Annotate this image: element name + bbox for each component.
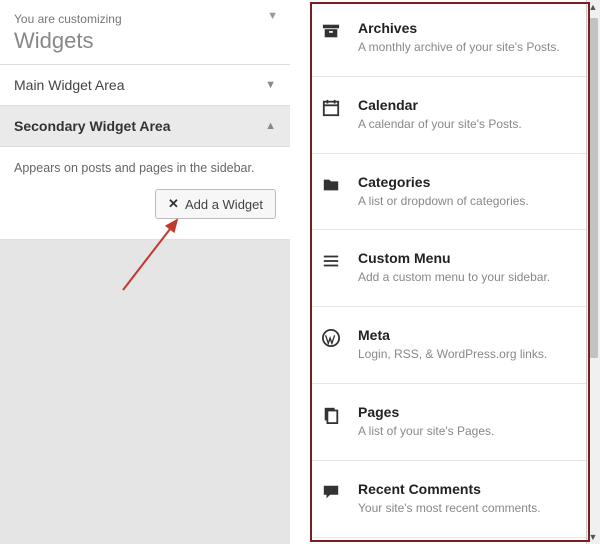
section-description: Appears on posts and pages in the sideba…: [14, 161, 276, 175]
chevron-up-icon: ▲: [265, 120, 276, 132]
section-secondary-widget-area[interactable]: Secondary Widget Area ▲: [0, 106, 290, 147]
comment-icon: [320, 481, 342, 517]
add-widget-label: Add a Widget: [185, 197, 263, 212]
widget-calendar[interactable]: Calendar A calendar of your site's Posts…: [310, 77, 600, 154]
customizer-header[interactable]: You are customizing Widgets ▼: [0, 0, 290, 65]
widget-title: Custom Menu: [358, 250, 550, 266]
widget-pages[interactable]: Pages A list of your site's Pages.: [310, 384, 600, 461]
chevron-down-icon: ▼: [267, 10, 278, 22]
close-icon: ✕: [168, 196, 179, 212]
chevron-down-icon: ▼: [265, 79, 276, 91]
available-widgets-panel: Archives A monthly archive of your site'…: [310, 0, 600, 544]
widget-title: Recent Comments: [358, 481, 541, 497]
widget-desc: A monthly archive of your site's Posts.: [358, 39, 560, 56]
menu-icon: [320, 250, 342, 286]
widget-categories[interactable]: Categories A list or dropdown of categor…: [310, 154, 600, 231]
pages-icon: [320, 404, 342, 440]
widget-title: Pages: [358, 404, 494, 420]
section-label: Main Widget Area: [14, 77, 125, 93]
folder-icon: [320, 174, 342, 210]
section-body: Appears on posts and pages in the sideba…: [0, 147, 290, 240]
widget-title: Calendar: [358, 97, 522, 113]
widget-desc: Add a custom menu to your sidebar.: [358, 269, 550, 286]
widget-title: Meta: [358, 327, 547, 343]
widget-title: Archives: [358, 20, 560, 36]
section-label: Secondary Widget Area: [14, 118, 171, 134]
widget-meta[interactable]: Meta Login, RSS, & WordPress.org links.: [310, 307, 600, 384]
archive-icon: [320, 20, 342, 56]
widget-title: Categories: [358, 174, 529, 190]
scrollbar[interactable]: ▲ ▼: [586, 0, 600, 544]
scrollbar-thumb[interactable]: [588, 18, 598, 358]
widget-archives[interactable]: Archives A monthly archive of your site'…: [310, 0, 600, 77]
customizer-sidebar: You are customizing Widgets ▼ Main Widge…: [0, 0, 290, 544]
widget-desc: A list of your site's Pages.: [358, 423, 494, 440]
calendar-icon: [320, 97, 342, 133]
add-widget-button[interactable]: ✕ Add a Widget: [155, 189, 276, 219]
section-main-widget-area[interactable]: Main Widget Area ▼: [0, 65, 290, 106]
widget-desc: A calendar of your site's Posts.: [358, 116, 522, 133]
customizing-label: You are customizing: [14, 12, 276, 26]
empty-area: [0, 240, 290, 544]
panel-title: Widgets: [14, 28, 276, 54]
widget-custom-menu[interactable]: Custom Menu Add a custom menu to your si…: [310, 230, 600, 307]
widget-desc: Login, RSS, & WordPress.org links.: [358, 346, 547, 363]
widget-desc: A list or dropdown of categories.: [358, 193, 529, 210]
wordpress-icon: [320, 327, 342, 363]
widget-desc: Your site's most recent comments.: [358, 500, 541, 517]
scroll-up-icon[interactable]: ▲: [588, 2, 598, 12]
widget-recent-comments[interactable]: Recent Comments Your site's most recent …: [310, 461, 600, 538]
scroll-down-icon[interactable]: ▼: [588, 532, 598, 542]
